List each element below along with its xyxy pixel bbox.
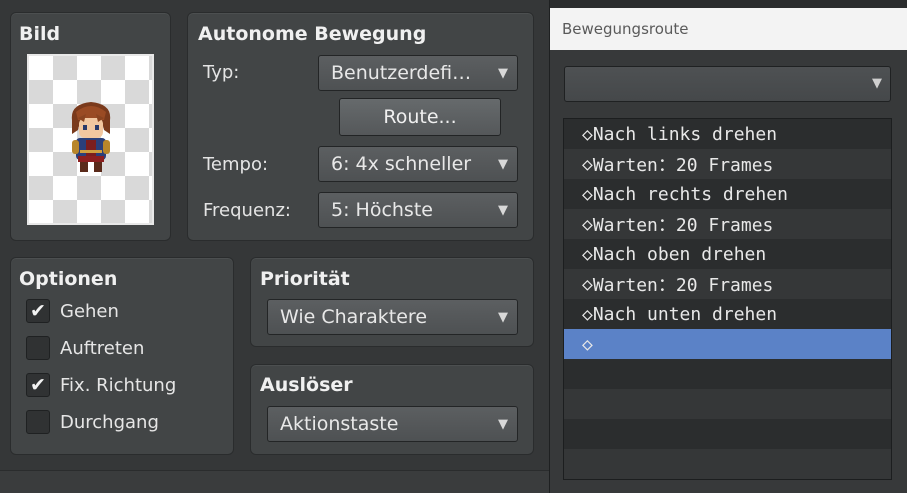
character-image-preview[interactable] [27, 54, 154, 225]
chevron-down-icon: ▼ [872, 76, 882, 91]
route-command-row[interactable]: ◇ Warten：20 Frames [564, 149, 891, 179]
type-dropdown-value: Benutzerdefi… [331, 62, 472, 84]
trigger-panel: Auslöser Aktionstaste ▼ [250, 364, 534, 455]
options-title: Optionen [19, 268, 118, 290]
chevron-down-icon: ▼ [498, 416, 508, 432]
chevron-down-icon: ▼ [498, 156, 508, 172]
route-window-titlebar[interactable]: Bewegungsroute [550, 8, 907, 50]
frequency-dropdown[interactable]: 5: Höchste ▼ [318, 192, 518, 228]
trigger-dropdown-value: Aktionstaste [280, 413, 399, 435]
route-command-row[interactable]: ◇ Nach oben drehen [564, 239, 891, 269]
image-panel-title: Bild [19, 23, 61, 45]
route-command-label: Warten：20 Frames [592, 275, 774, 296]
chevron-down-icon: ▼ [498, 309, 508, 325]
route-empty-row[interactable] [564, 359, 891, 389]
diamond-icon: ◇ [582, 333, 593, 355]
option-through[interactable]: Durchgang [26, 409, 159, 435]
character-sprite [71, 102, 111, 172]
movement-route-window: Bewegungsroute ▼ ◇ Nach links drehen ◇ Wart… [549, 0, 907, 493]
chevron-down-icon: ▼ [498, 202, 508, 218]
route-command-row[interactable]: ◇ Nach links drehen [564, 119, 891, 149]
stepping-checkbox[interactable] [26, 336, 50, 360]
diamond-icon: ◇ [582, 273, 593, 295]
speed-dropdown[interactable]: 6: 4x schneller ▼ [318, 146, 518, 182]
route-command-label: Warten：20 Frames [592, 155, 774, 176]
type-label: Typ: [203, 62, 240, 83]
diamond-icon: ◇ [582, 303, 593, 325]
route-command-row[interactable]: ◇ Warten：20 Frames [564, 209, 891, 239]
priority-dropdown[interactable]: Wie Charaktere ▼ [267, 299, 518, 335]
trigger-title: Auslöser [260, 374, 353, 396]
through-checkbox[interactable] [26, 410, 50, 434]
frequency-label: Frequenz: [203, 200, 291, 221]
chevron-down-icon: ▼ [498, 65, 508, 81]
walk-checkbox[interactable]: ✔ [26, 299, 50, 323]
option-walk[interactable]: ✔ Gehen [26, 298, 119, 324]
autonomous-movement-panel: Autonome Bewegung Typ: Benutzerdefi… ▼ R… [187, 12, 534, 241]
option-stepping[interactable]: Auftreten [26, 335, 144, 361]
route-empty-row[interactable] [564, 389, 891, 419]
option-direction-fix[interactable]: ✔ Fix. Richtung [26, 372, 176, 398]
diamond-icon: ◇ [582, 153, 593, 175]
route-button[interactable]: Route... [339, 98, 501, 136]
priority-dropdown-value: Wie Charaktere [280, 306, 428, 328]
route-empty-row[interactable] [564, 449, 891, 479]
speed-dropdown-value: 6: 4x schneller [331, 153, 472, 175]
route-window-top-edge [550, 0, 907, 8]
direction-fix-label: Fix. Richtung [60, 374, 177, 396]
route-command-row[interactable]: ◇ Nach rechts drehen [564, 179, 891, 209]
walk-label: Gehen [60, 300, 119, 322]
direction-fix-checkbox[interactable]: ✔ [26, 373, 50, 397]
diamond-icon: ◇ [582, 123, 593, 145]
bottom-bar [0, 470, 549, 493]
route-target-dropdown[interactable]: ▼ [564, 66, 891, 102]
route-window-title: Bewegungsroute [562, 20, 689, 38]
route-command-label: Nach rechts drehen [592, 183, 788, 205]
priority-panel: Priorität Wie Charaktere ▼ [250, 257, 534, 347]
stepping-label: Auftreten [60, 337, 145, 359]
options-panel: Optionen ✔ Gehen Auftreten ✔ Fix. Richtu… [10, 257, 234, 455]
diamond-icon: ◇ [582, 183, 593, 205]
speed-label: Tempo: [203, 154, 269, 175]
type-dropdown[interactable]: Benutzerdefi… ▼ [318, 55, 518, 91]
frequency-dropdown-value: 5: Höchste [331, 199, 433, 221]
route-command-row[interactable]: ◇ [564, 329, 891, 359]
route-command-label: Nach links drehen [592, 123, 778, 145]
diamond-icon: ◇ [582, 243, 593, 265]
route-command-label: Nach oben drehen [592, 243, 767, 265]
route-command-list[interactable]: ◇ Nach links drehen ◇ Warten：20 Frames ◇ Nach… [563, 118, 892, 480]
trigger-dropdown[interactable]: Aktionstaste ▼ [267, 406, 518, 442]
diamond-icon: ◇ [582, 213, 593, 235]
route-command-label: Warten：20 Frames [592, 215, 774, 236]
route-command-row[interactable]: ◇ Nach unten drehen [564, 299, 891, 329]
autonomous-movement-title: Autonome Bewegung [198, 23, 427, 45]
priority-title: Priorität [260, 268, 350, 290]
route-command-label: Nach unten drehen [592, 303, 778, 325]
through-label: Durchgang [60, 411, 159, 433]
route-command-row[interactable]: ◇ Warten：20 Frames [564, 269, 891, 299]
route-empty-row[interactable] [564, 419, 891, 449]
